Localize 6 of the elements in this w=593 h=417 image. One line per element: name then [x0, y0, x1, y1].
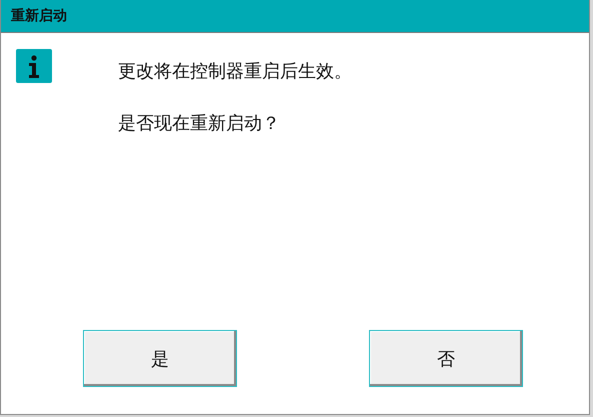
message-text: 更改将在控制器重启后生效。	[118, 60, 352, 84]
yes-button[interactable]: 是	[83, 330, 237, 387]
message-text: 是否现在重新启动？	[118, 112, 281, 136]
no-button[interactable]: 否	[369, 330, 523, 387]
info-icon	[16, 49, 52, 83]
window-title: 重新启动	[11, 7, 67, 25]
